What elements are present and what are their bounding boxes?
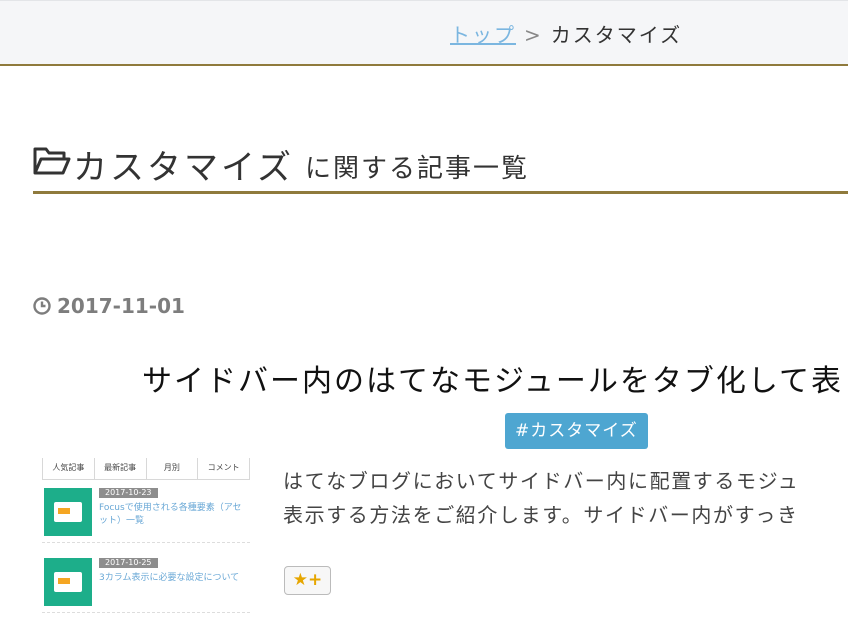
post-excerpt: はてなブログにおいてサイドバー内に配置するモジュ 表示する方法をご紹介します。サ… xyxy=(283,464,848,532)
star-icon: ★ xyxy=(292,570,308,590)
breadcrumb-separator: > xyxy=(524,23,543,47)
folder-open-icon xyxy=(33,146,71,180)
excerpt-line: 表示する方法をご紹介します。サイドバー内がすっき xyxy=(283,503,799,527)
archive-title-suffix: に関する記事一覧 xyxy=(305,154,530,184)
breadcrumb-bar: トップ > カスタマイズ xyxy=(0,0,848,66)
breadcrumb: トップ > カスタマイズ xyxy=(450,19,682,48)
breadcrumb-home-link[interactable]: トップ xyxy=(450,23,516,47)
thumbnail-item-title: 3カラム表示に必要な設定について xyxy=(99,573,240,583)
breadcrumb-current: カスタマイズ xyxy=(550,23,683,47)
thumbnail-item-date: 2017-10-23 xyxy=(99,488,158,498)
add-star-button[interactable]: ★+ xyxy=(284,566,331,595)
thumbnail-tab: 最新記事 xyxy=(95,458,147,479)
post-date-text: 2017-11-01 xyxy=(57,294,185,318)
thumbnail-tab: 人気記事 xyxy=(43,458,95,479)
archive-category-name: カスタマイズ xyxy=(73,148,294,188)
clock-icon xyxy=(33,297,51,315)
thumbnail-item-image xyxy=(44,558,92,606)
plus-icon: + xyxy=(308,570,323,590)
excerpt-line: はてなブログにおいてサイドバー内に配置するモジュ xyxy=(283,469,800,493)
post-thumbnail[interactable]: 人気記事 最新記事 月別 コメント 2017-10-23 Focusで使用される… xyxy=(42,458,250,624)
thumbnail-item-image xyxy=(44,488,92,536)
post-title-link[interactable]: サイドバー内のはてなモジュールをタブ化して表 xyxy=(142,356,843,400)
thumbnail-tabs: 人気記事 最新記事 月別 コメント xyxy=(42,458,250,480)
archive-heading: カスタマイズ に関する記事一覧 xyxy=(33,140,848,194)
thumbnail-tab: 月別 xyxy=(147,458,199,479)
category-tag[interactable]: #カスタマイズ xyxy=(505,413,648,449)
thumbnail-tab: コメント xyxy=(207,463,240,472)
post-date: 2017-11-01 xyxy=(33,294,185,318)
thumbnail-list-item: 2017-10-23 Focusで使用される各種要素（アセット）一覧 xyxy=(42,482,250,543)
thumbnail-list-item: 2017-10-25 3カラム表示に必要な設定について xyxy=(42,552,250,613)
thumbnail-item-date: 2017-10-25 xyxy=(99,558,158,568)
thumbnail-item-title: Focusで使用される各種要素（アセット）一覧 xyxy=(99,503,242,526)
